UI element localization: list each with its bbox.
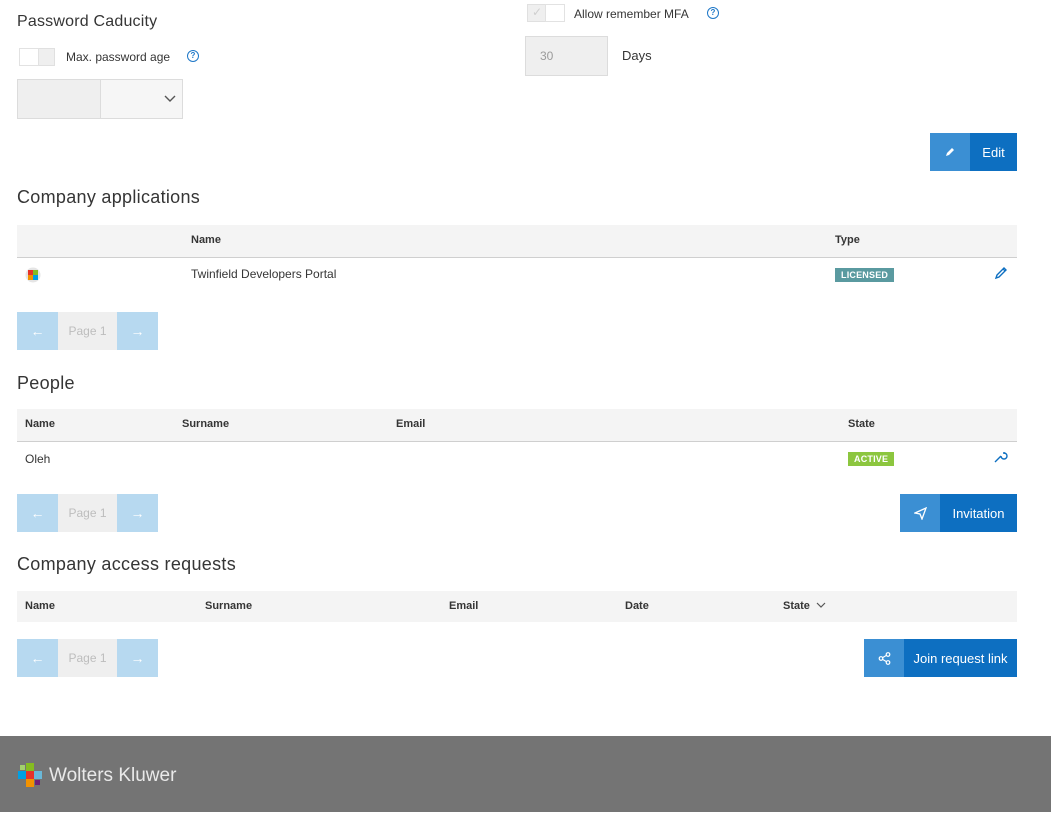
footer-brand[interactable]: Wolters Kluwer bbox=[49, 765, 176, 787]
col-surname: Surname bbox=[182, 418, 230, 430]
max-password-age-toggle[interactable] bbox=[19, 48, 55, 66]
col-name: Name bbox=[25, 600, 55, 612]
applications-pager: ← Page 1 → bbox=[17, 312, 158, 350]
days-label: Days bbox=[622, 48, 652, 63]
col-surname: Surname bbox=[205, 600, 253, 612]
password-caducity-title: Password Caducity bbox=[17, 13, 158, 30]
pencil-icon bbox=[930, 133, 970, 171]
page-indicator: Page 1 bbox=[58, 494, 117, 532]
arrow-right-icon[interactable]: → bbox=[117, 312, 158, 350]
check-icon: ✓ bbox=[532, 5, 543, 19]
person-name: Oleh bbox=[25, 452, 51, 466]
app-name: Twinfield Developers Portal bbox=[191, 267, 337, 281]
access-requests-pager: ← Page 1 → bbox=[17, 639, 158, 677]
arrow-left-icon[interactable]: ← bbox=[17, 494, 58, 532]
app-logo-icon bbox=[25, 267, 41, 283]
people-table-header: Name Surname Email State bbox=[17, 409, 1017, 442]
access-requests-table-header: Name Surname Email Date State bbox=[17, 591, 1017, 622]
toggle-knob bbox=[20, 49, 38, 65]
page-indicator: Page 1 bbox=[58, 312, 117, 350]
col-state[interactable]: State bbox=[783, 600, 826, 612]
licensed-badge: LICENSED bbox=[835, 268, 895, 282]
col-email: Email bbox=[449, 600, 479, 612]
share-icon bbox=[864, 639, 904, 677]
mfa-days-input[interactable]: 30 bbox=[525, 36, 608, 76]
active-badge: ACTIVE bbox=[848, 452, 895, 466]
pencil-icon[interactable] bbox=[993, 265, 1009, 281]
col-type: Type bbox=[835, 234, 860, 246]
mfa-days-value: 30 bbox=[540, 49, 554, 63]
allow-remember-mfa-label: Allow remember MFA bbox=[574, 7, 689, 21]
join-request-link-label: Join request link bbox=[904, 639, 1017, 677]
col-state: State bbox=[848, 418, 875, 430]
help-icon[interactable]: ? bbox=[707, 7, 719, 19]
col-name: Name bbox=[191, 234, 221, 246]
arrow-right-icon[interactable]: → bbox=[117, 639, 158, 677]
table-row[interactable]: Twinfield Developers Portal LICENSED bbox=[17, 258, 1017, 292]
chevron-down-icon bbox=[164, 95, 176, 102]
edit-button-label: Edit bbox=[970, 133, 1017, 171]
chevron-down-icon bbox=[816, 602, 826, 608]
join-request-link-button[interactable]: Join request link bbox=[864, 639, 1017, 677]
invitation-button-label: Invitation bbox=[940, 494, 1017, 532]
people-pager: ← Page 1 → bbox=[17, 494, 158, 532]
people-title: People bbox=[17, 373, 75, 393]
wolters-kluwer-logo-icon bbox=[18, 763, 42, 787]
arrow-right-icon[interactable]: → bbox=[117, 494, 158, 532]
footer: Wolters Kluwer bbox=[0, 736, 1051, 812]
max-age-unit-select[interactable] bbox=[100, 79, 183, 119]
company-access-requests-title: Company access requests bbox=[17, 554, 236, 574]
page-indicator: Page 1 bbox=[58, 639, 117, 677]
company-applications-title: Company applications bbox=[17, 187, 201, 207]
wrench-icon[interactable] bbox=[992, 448, 1009, 465]
help-icon[interactable]: ? bbox=[187, 50, 199, 62]
edit-button[interactable]: Edit bbox=[930, 133, 1017, 171]
col-state-label: State bbox=[783, 600, 810, 612]
table-row[interactable]: Oleh ACTIVE bbox=[17, 442, 1017, 476]
arrow-left-icon[interactable]: ← bbox=[17, 639, 58, 677]
invitation-button[interactable]: Invitation bbox=[900, 494, 1017, 532]
col-email: Email bbox=[396, 418, 426, 430]
max-password-age-label: Max. password age bbox=[66, 50, 171, 64]
col-date: Date bbox=[625, 600, 649, 612]
col-name: Name bbox=[25, 418, 55, 430]
arrow-left-icon[interactable]: ← bbox=[17, 312, 58, 350]
allow-remember-mfa-toggle[interactable]: ✓ bbox=[527, 4, 564, 22]
toggle-knob bbox=[546, 5, 564, 21]
applications-table-header: Name Type bbox=[17, 225, 1017, 258]
send-icon bbox=[900, 494, 940, 532]
max-age-value-input[interactable] bbox=[17, 79, 101, 119]
